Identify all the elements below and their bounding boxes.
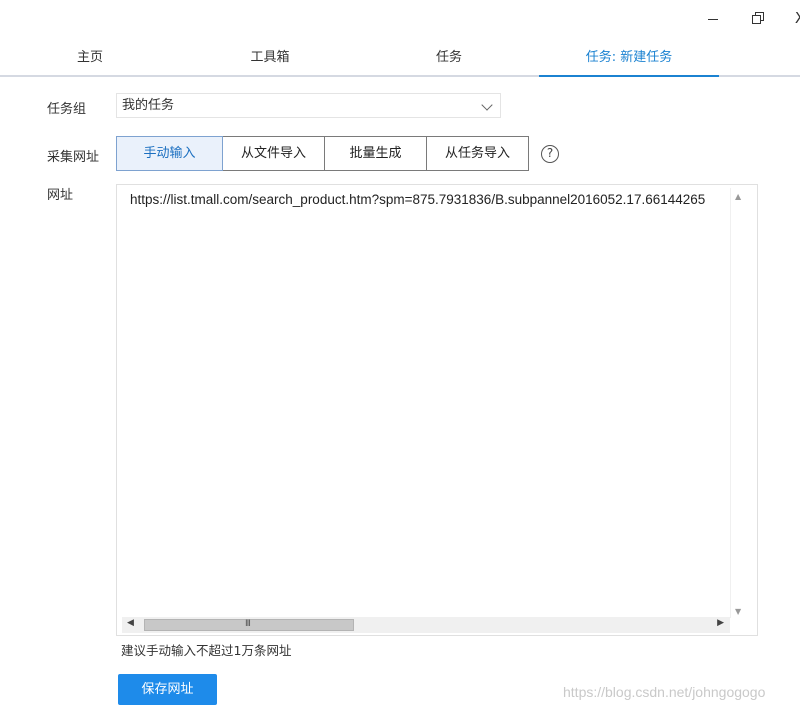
- save-urls-button[interactable]: 保存网址: [118, 674, 217, 705]
- mode-import-from-file[interactable]: 从文件导入: [222, 136, 325, 171]
- task-group-select[interactable]: 我的任务: [116, 93, 501, 118]
- vertical-scrollbar[interactable]: ▲ ▼: [730, 188, 747, 618]
- url-source-segmented-control: 手动输入 从文件导入 批量生成 从任务导入: [116, 136, 529, 171]
- scroll-down-icon[interactable]: ▼: [735, 607, 741, 616]
- mode-batch-generate[interactable]: 批量生成: [324, 136, 427, 171]
- collect-url-label: 采集网址: [47, 150, 100, 165]
- url-limit-hint: 建议手动输入不超过1万条网址: [121, 643, 292, 658]
- tab-toolbox[interactable]: 工具箱: [180, 40, 360, 75]
- mode-manual-input[interactable]: 手动输入: [116, 136, 223, 171]
- scroll-grip-icon: III: [245, 619, 251, 629]
- horizontal-scrollbar[interactable]: ◀ III ▶: [122, 617, 730, 633]
- url-textarea[interactable]: https://list.tmall.com/search_product.ht…: [116, 184, 758, 636]
- watermark: https://blog.csdn.net/johngogogo: [563, 684, 766, 700]
- task-group-value: 我的任务: [122, 98, 175, 113]
- close-icon[interactable]: X: [790, 8, 800, 28]
- restore-icon[interactable]: [748, 8, 768, 28]
- help-icon[interactable]: ?: [541, 145, 559, 163]
- tab-bar: 主页 工具箱 任务 任务: 新建任务: [0, 40, 800, 77]
- mode-import-from-task[interactable]: 从任务导入: [426, 136, 529, 171]
- scroll-up-icon[interactable]: ▲: [735, 192, 741, 201]
- tab-home[interactable]: 主页: [0, 40, 180, 75]
- chevron-down-icon: [481, 99, 493, 111]
- tab-tasks[interactable]: 任务: [359, 40, 539, 75]
- minimize-icon[interactable]: [703, 8, 723, 28]
- url-label: 网址: [47, 188, 74, 203]
- scroll-left-icon[interactable]: ◀: [127, 618, 134, 628]
- url-text: https://list.tmall.com/search_product.ht…: [130, 192, 706, 207]
- title-bar: X: [0, 0, 800, 36]
- horizontal-scroll-thumb[interactable]: III: [144, 619, 354, 631]
- scroll-right-icon[interactable]: ▶: [717, 618, 724, 628]
- tab-new-task[interactable]: 任务: 新建任务: [539, 40, 719, 77]
- task-group-label: 任务组: [47, 102, 87, 117]
